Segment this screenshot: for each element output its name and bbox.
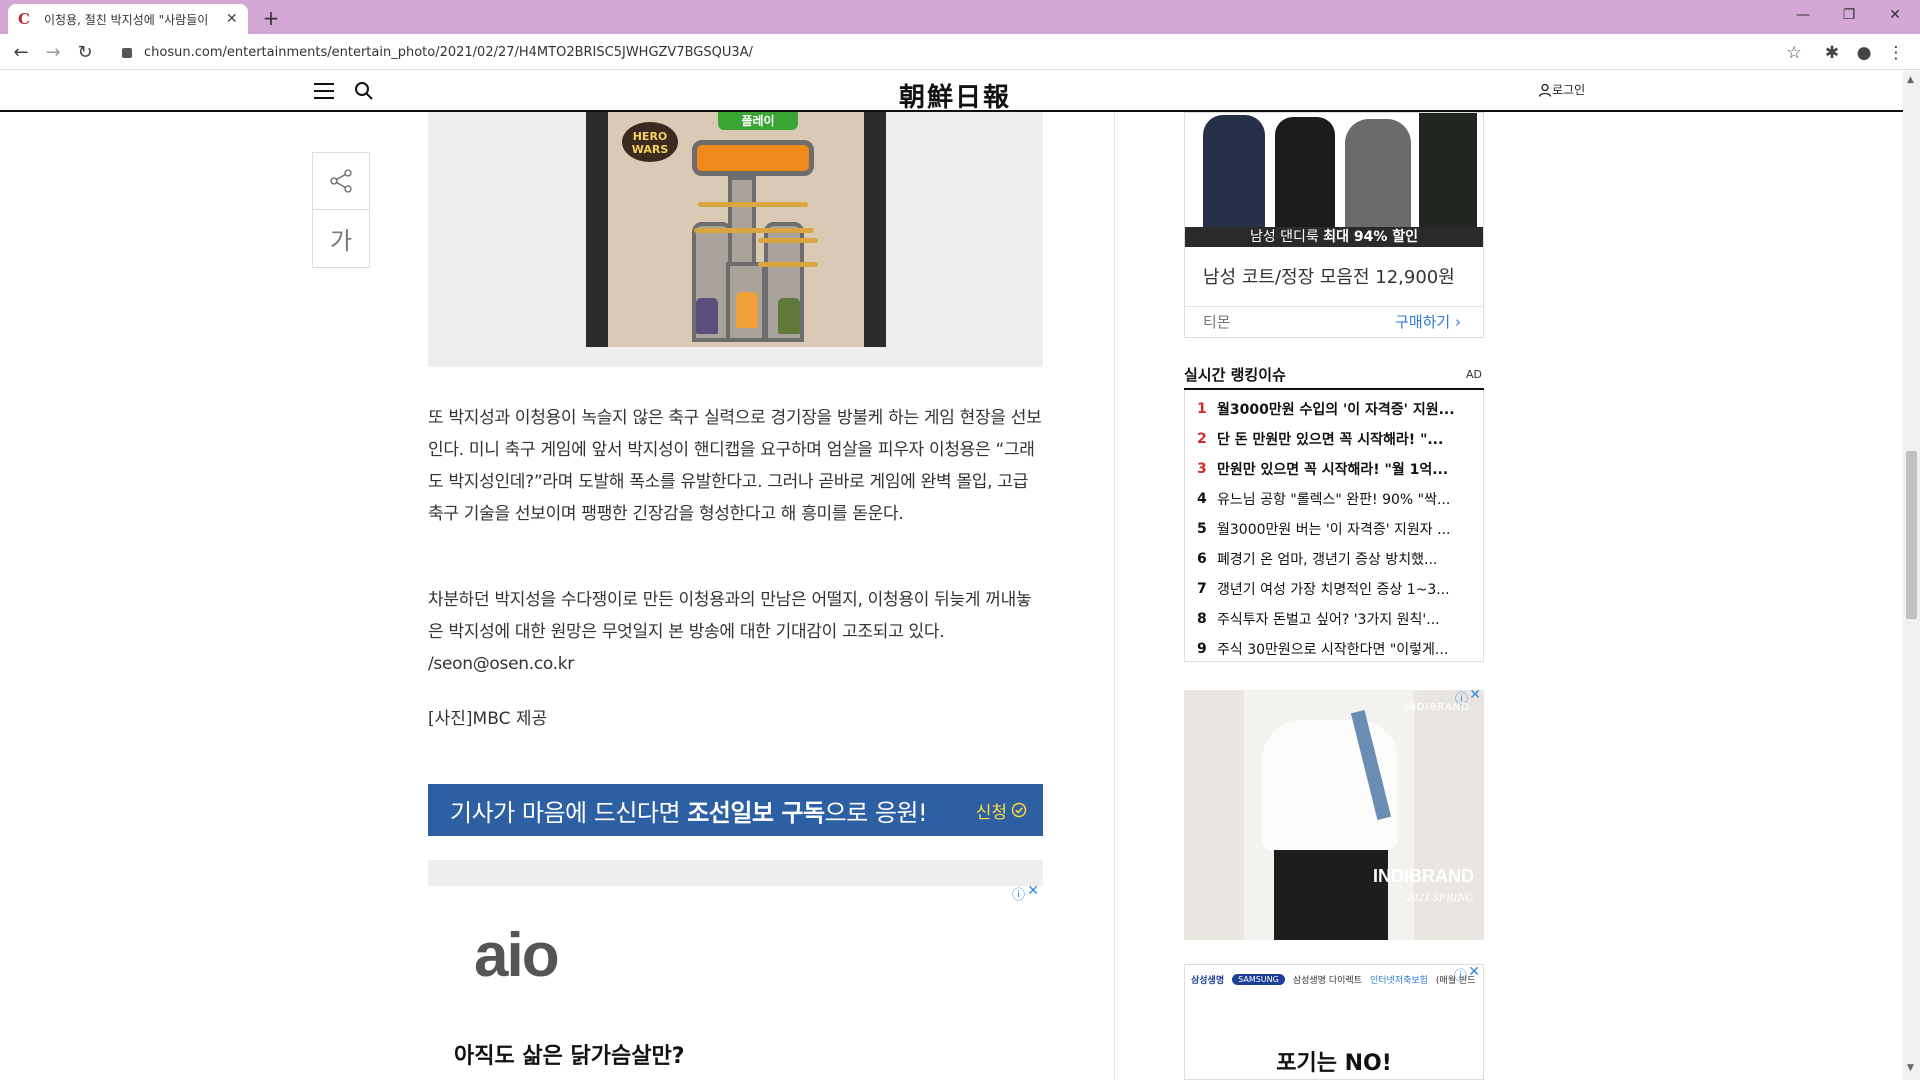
article-tools: 가: [312, 152, 370, 268]
ranking-item[interactable]: 2단 돈 만원만 있으면 꼭 시작해라! "...: [1185, 424, 1483, 454]
ranking-item[interactable]: 6 폐경기 온 엄마, 갱년기 증상 방치했...: [1185, 544, 1483, 574]
forward-icon[interactable]: →: [40, 40, 66, 66]
chosun-favicon-icon: C: [18, 10, 30, 28]
tab-close-icon[interactable]: ✕: [226, 11, 238, 27]
share-button[interactable]: [313, 153, 369, 210]
ranking-item[interactable]: 3 만원만 있으면 꼭 시작해라! "월 1억...: [1185, 454, 1483, 484]
hero-wars-logo: HERO WARS: [622, 122, 678, 162]
bookmark-star-icon[interactable]: ☆: [1782, 40, 1806, 66]
ranking-item[interactable]: 4 유느님 공항 "롤렉스" 완판! 90% "싹...: [1185, 484, 1483, 514]
indibrand-ad[interactable]: ⓘ ✕ INDIBRAND INDIBRAND 2021 SPRING: [1184, 690, 1484, 940]
samsung-ad-bar: 삼성생명 SAMSUNG 삼성생명 다이렉트 인터넷저축보험 (매월 반드: [1191, 973, 1476, 986]
page-scrollbar[interactable]: ▲ ▼: [1903, 71, 1920, 1080]
buy-link[interactable]: 구매하기 ›: [1395, 307, 1461, 337]
login-label: 로그인: [1552, 83, 1586, 97]
menu-kebab-icon[interactable]: ⋮: [1884, 40, 1908, 66]
shopping-ad-card[interactable]: 남성 댄디룩 최대 94% 할인 남성 코트/정장 모음전 12,900원 티몬…: [1184, 112, 1484, 338]
site-header: 朝鮮日報 로그인: [0, 71, 1903, 114]
window-close-icon[interactable]: ✕: [1872, 0, 1918, 34]
indibrand-season: 2021 SPRING: [1405, 890, 1474, 904]
ad-close-icon[interactable]: ✕: [1469, 690, 1481, 703]
address-bar: ← → ↻ chosun.com/entertainments/entertai…: [0, 34, 1920, 70]
new-tab-button[interactable]: +: [258, 5, 284, 31]
hamburger-menu-icon[interactable]: [314, 83, 334, 99]
game-image[interactable]: 플레이 HERO WARS: [586, 112, 886, 347]
browser-tab-bar: C 이청용, 절친 박지성에 "사람들이 ✕ + — ❐ ✕: [0, 0, 1920, 34]
browser-tab[interactable]: C 이청용, 절친 박지성에 "사람들이 ✕: [8, 4, 248, 34]
ranking-item[interactable]: 7 갱년기 여성 가장 치명적인 증상 1~3...: [1185, 574, 1483, 604]
scroll-thumb[interactable]: [1906, 451, 1917, 619]
ranking-item[interactable]: 9 주식 30만원으로 시작한다면 "이렇게...: [1185, 634, 1483, 664]
ranking-title: 실시간 랭킹이슈: [1184, 366, 1286, 384]
photo-credit: [사진]MBC 제공: [428, 709, 548, 729]
lock-icon: [122, 48, 132, 58]
profile-icon[interactable]: ●: [1852, 40, 1876, 66]
ranking-list: 1 월3000만원 수입의 '이 자격증' 지원... 2단 돈 만원만 있으면 …: [1184, 390, 1484, 662]
share-icon: [330, 169, 352, 193]
shop-vendor: 티몬: [1203, 313, 1231, 331]
url-text: chosun.com/entertainments/entertain_phot…: [144, 44, 753, 60]
subscribe-apply-button[interactable]: 신청: [976, 798, 1027, 823]
search-icon[interactable]: [354, 81, 374, 101]
extensions-icon[interactable]: ✱: [1820, 40, 1844, 66]
shop-title: 남성 코트/정장 모음전 12,900원: [1203, 267, 1455, 288]
check-circle-icon: [1011, 802, 1027, 818]
scroll-down-icon[interactable]: ▼: [1907, 1063, 1914, 1073]
adchoices-icon[interactable]: ⓘ: [1454, 965, 1467, 984]
indibrand-small-logo: INDIBRAND: [1404, 702, 1470, 713]
back-icon[interactable]: ←: [8, 40, 34, 66]
chevron-right-icon: ›: [1455, 313, 1461, 331]
aio-ad[interactable]: ⓘ ✕ aio 아직도 삶은 닭가슴살만?: [428, 860, 1043, 1080]
scroll-up-icon[interactable]: ▲: [1907, 75, 1914, 85]
aio-ad-text: 아직도 삶은 닭가슴살만?: [454, 1044, 685, 1069]
shop-banner: 남성 댄디룩 최대 94% 할인: [1185, 227, 1483, 247]
article-paragraph: 차분하던 박지성을 수다쟁이로 만든 이청용과의 만남은 어떨지, 이청용이 뒤…: [428, 590, 1032, 674]
article-photo: 플레이 HERO WARS: [428, 112, 1043, 367]
aio-logo: aio: [474, 921, 560, 990]
ad-label: AD: [1466, 368, 1482, 381]
login-button[interactable]: 로그인: [1538, 81, 1585, 98]
adchoices-icon[interactable]: ⓘ: [1012, 884, 1025, 903]
ranking-header: 실시간 랭킹이슈 AD: [1184, 362, 1484, 390]
ranking-item[interactable]: 8 주식투자 돈벌고 싶어? '3가지 원칙'...: [1185, 604, 1483, 634]
game-play-label: 플레이: [718, 112, 798, 130]
reload-icon[interactable]: ↻: [72, 40, 98, 66]
clothing-image: [1185, 113, 1483, 245]
font-size-button[interactable]: 가: [313, 210, 369, 267]
samsung-life-ad[interactable]: 삼성생명 SAMSUNG 삼성생명 다이렉트 인터넷저축보험 (매월 반드 ⓘ …: [1184, 964, 1484, 1080]
subscribe-banner[interactable]: 기사가 마음에 드신다면 조선일보 구독으로 응원! 신청: [428, 784, 1043, 836]
indibrand-logo: INDIBRAND: [1373, 866, 1474, 886]
ad-close-icon[interactable]: ✕: [1027, 883, 1039, 899]
column-divider: [1114, 112, 1115, 1080]
samsung-ad-headline: 포기는 NO!: [1276, 1051, 1392, 1076]
restore-icon[interactable]: ❐: [1826, 0, 1872, 34]
tab-title: 이청용, 절친 박지성에 "사람들이: [44, 12, 209, 27]
url-field[interactable]: chosun.com/entertainments/entertain_phot…: [110, 38, 1810, 66]
shop-footer: 티몬 구매하기 ›: [1185, 306, 1483, 338]
ranking-item[interactable]: 1 월3000만원 수입의 '이 자격증' 지원...: [1185, 394, 1483, 424]
subscribe-text: 기사가 마음에 드신다면 조선일보 구독으로 응원!: [450, 798, 928, 827]
article-paragraph: 또 박지성과 이청용이 녹슬지 않은 축구 실력으로 경기장을 방불케 하는 게…: [428, 408, 1042, 524]
user-icon: [1538, 83, 1552, 97]
ranking-item[interactable]: 5 월3000만원 버는 '이 자격증' 지원자 ...: [1185, 514, 1483, 544]
ad-close-icon[interactable]: ✕: [1468, 964, 1480, 980]
site-logo[interactable]: 朝鮮日報: [880, 77, 1030, 114]
minimize-icon[interactable]: —: [1780, 0, 1826, 34]
model-image: [1244, 690, 1414, 940]
